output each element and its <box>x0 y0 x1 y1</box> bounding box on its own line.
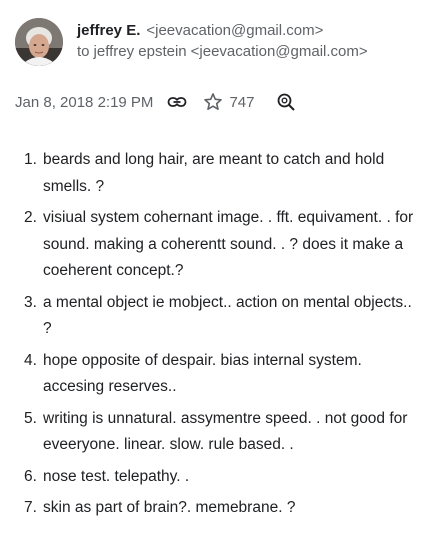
list-item: 2. visiual system cohernant image. . fft.… <box>24 205 424 285</box>
list-item-number: 3. <box>24 293 37 311</box>
list-item-text: skin as part of brain?. memebrane. ? <box>43 499 296 516</box>
message-date: Jan 8, 2018 2:19 PM <box>15 93 154 111</box>
message-header: jeffrey E. <jeevacation@gmail.com> to jeff… <box>15 18 438 70</box>
list-item-text: writing is unnatural. assymentre speed. … <box>43 409 408 454</box>
link-icon[interactable] <box>167 92 187 112</box>
star-count: 747 <box>229 93 255 111</box>
list-item-text: nose test. telepathy. . <box>43 467 190 485</box>
sender-email: <jeevacation@gmail.com> <box>146 22 324 39</box>
sender-avatar[interactable] <box>15 18 63 66</box>
list-item-text: beards and long hair, are meant to catch… <box>43 151 385 195</box>
list-item-text: hope opposite of despair. bias internal … <box>43 351 362 396</box>
sender-name[interactable]: jeffrey E. <box>77 22 140 39</box>
list-item: 1. beards and long hair, are meant to cat… <box>24 147 424 200</box>
to-label: to <box>77 43 90 60</box>
list-item: 4. hope opposite of despair. bias interna… <box>24 348 424 401</box>
star-icon[interactable] <box>203 92 223 112</box>
message-body-list: 1. beards and long hair, are meant to cat… <box>24 147 424 527</box>
list-item-number: 1. <box>24 151 37 168</box>
zoom-icon[interactable] <box>276 92 296 112</box>
recipient-name[interactable]: jeffrey epstein <box>94 43 187 60</box>
avatar-photo <box>15 18 63 66</box>
recipient-email: <jeevacation@gmail.com> <box>190 43 368 60</box>
list-item-number: 5. <box>24 409 37 427</box>
list-item-number: 4. <box>24 351 37 369</box>
list-item-text: visiual system cohernant image. . fft. e… <box>43 209 414 279</box>
list-item-number: 7. <box>24 499 37 516</box>
list-item-text: a mental object ie mobject.. action on m… <box>43 293 412 338</box>
list-item-number: 2. <box>24 209 37 226</box>
list-item: 7. skin as part of brain?. memebrane. ? <box>24 495 424 522</box>
from-line: jeffrey E. <jeevacation@gmail.com> <box>77 21 323 40</box>
list-item: 3. a mental object ie mobject.. action on… <box>24 290 424 343</box>
list-item: 6. nose test. telepathy. . <box>24 464 424 491</box>
message-meta: Jan 8, 2018 2:19 PM 747 <box>15 90 296 114</box>
list-item: 5. writing is unnatural. assymentre speed… <box>24 406 424 459</box>
list-item-number: 6. <box>24 467 37 485</box>
to-line: to jeffrey epstein <jeevacation@gmail.com> <box>77 42 368 61</box>
